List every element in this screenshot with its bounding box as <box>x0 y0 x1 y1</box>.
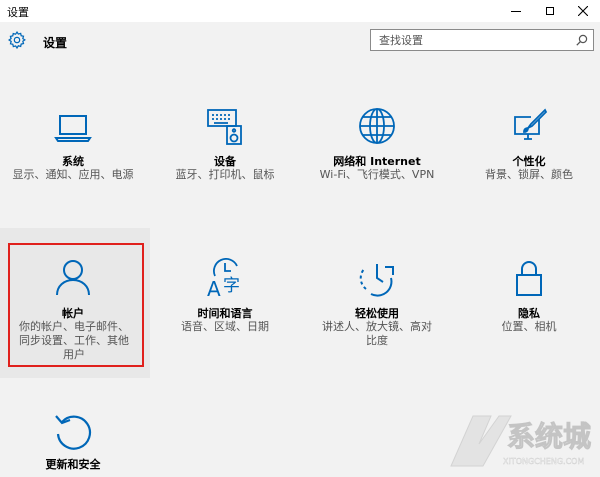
tile-ease-of-access[interactable]: 轻松使用 讲述人、放大镜、高对比度 <box>304 0 450 347</box>
tile-time-language[interactable]: A 字 时间和语言 语音、区域、日期 <box>152 0 298 333</box>
tile-update-security[interactable]: 更新和安全 <box>0 0 146 471</box>
tile-description: 显示、通知、应用、电源 <box>12 168 134 181</box>
watermark-logo: 系统城 XITONGCHENG.COM <box>450 415 592 467</box>
time-language-icon: A 字 <box>207 258 240 298</box>
watermark-url: XITONGCHENG.COM <box>503 457 584 466</box>
refresh-icon <box>55 415 92 450</box>
tile-label: 网络和 Internet <box>333 155 421 168</box>
tile-description: 语音、区域、日期 <box>181 320 269 333</box>
tile-label: 时间和语言 <box>197 307 253 320</box>
watermark-text: 系统城 <box>507 420 591 453</box>
tile-label: 设备 <box>214 155 236 168</box>
tile-label: 系统 <box>62 155 84 168</box>
tile-description: 位置、相机 <box>501 320 557 333</box>
tile-description: Wi-Fi、飞行模式、VPN <box>319 168 435 181</box>
ease-of-access-icon <box>359 264 394 297</box>
tile-label: 隐私 <box>518 307 540 320</box>
tile-description: 蓝牙、打印机、鼠标 <box>175 168 275 181</box>
tile-label: 轻松使用 <box>355 307 399 320</box>
lock-icon <box>516 261 542 296</box>
svg-text:A: A <box>207 277 221 298</box>
tile-description: 讲述人、放大镜、高对比度 <box>322 320 432 347</box>
svg-text:字: 字 <box>223 276 240 296</box>
tile-privacy[interactable]: 隐私 位置、相机 <box>456 0 600 333</box>
tile-label: 更新和安全 <box>45 458 101 471</box>
tile-label: 个性化 <box>512 155 546 168</box>
tile-description: 背景、锁屏、颜色 <box>485 168 573 181</box>
highlight-frame <box>8 243 144 367</box>
